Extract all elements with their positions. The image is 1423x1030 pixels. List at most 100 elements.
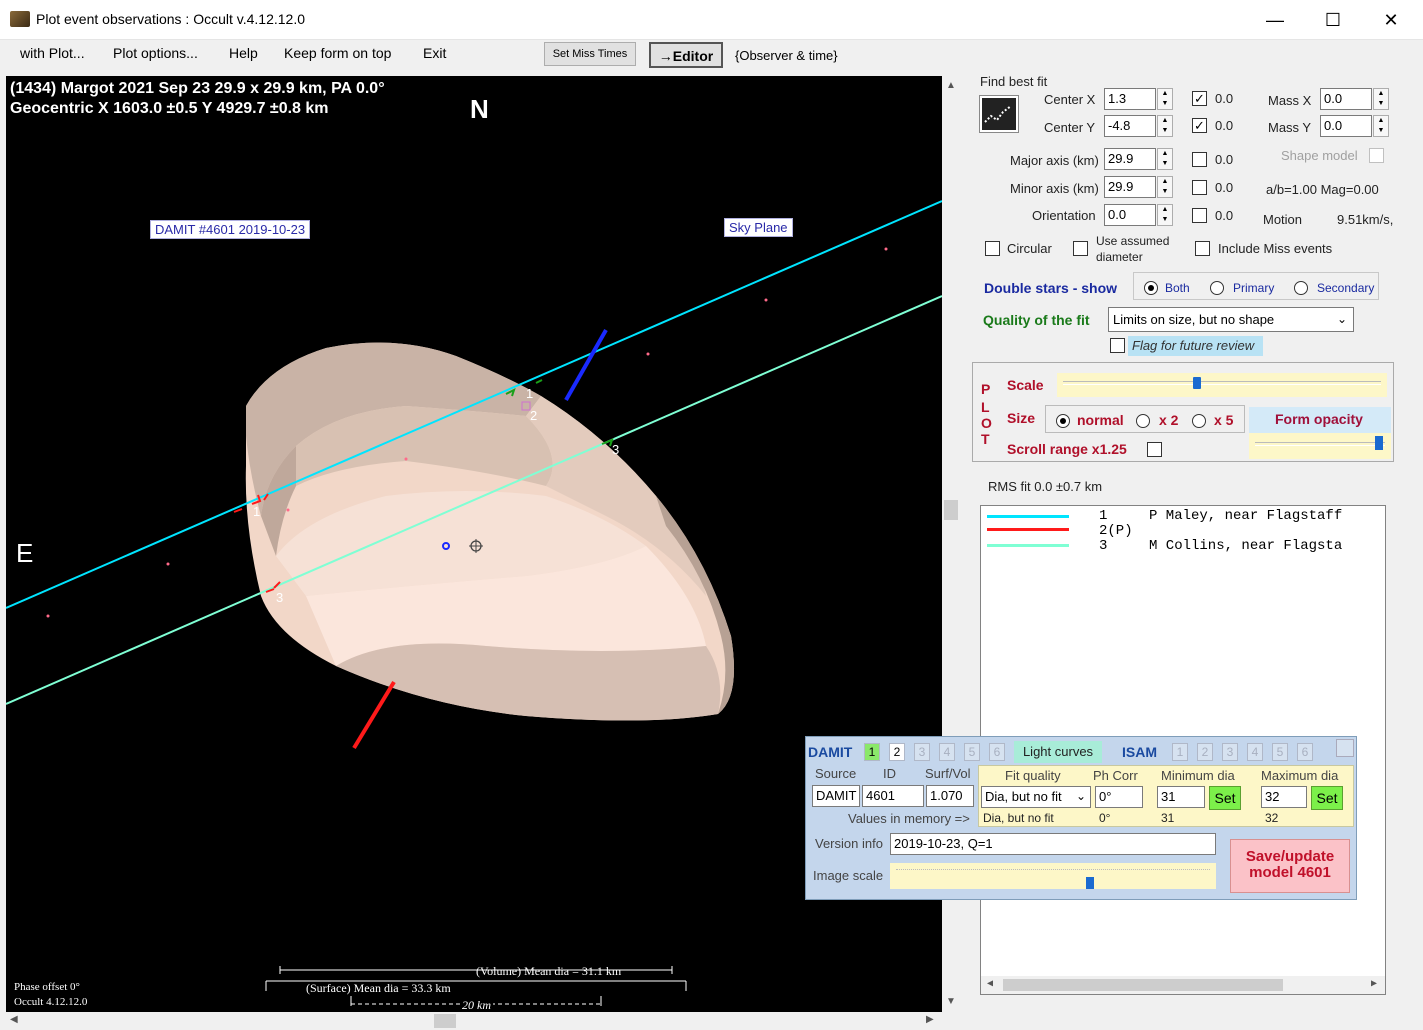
menu-with-plot[interactable]: with Plot... [16,45,89,61]
damit-close-box[interactable] [1336,739,1354,757]
menu-exit[interactable]: Exit [419,45,450,61]
damit-tab-4[interactable]: 4 [939,743,955,761]
radio-secondary-dot[interactable] [1294,280,1308,295]
size-x5-label[interactable]: x 5 [1214,412,1233,428]
isam-tab-6[interactable]: 6 [1297,743,1313,761]
include-miss-label[interactable]: Include Miss events [1218,241,1332,256]
mass-y-input[interactable]: 0.0 [1320,115,1372,137]
set-miss-times-button[interactable]: Set Miss Times [544,42,636,66]
close-button[interactable]: ✕ [1376,8,1406,32]
editor-button[interactable]: →Editor [649,42,723,68]
size-normal-radio[interactable] [1056,412,1070,428]
flag-review-label[interactable]: Flag for future review [1128,336,1263,356]
plot-horizontal-scrollbar[interactable]: ◀ ▶ [6,1012,942,1030]
radio-primary[interactable] [1210,279,1224,295]
major-axis-spinner[interactable]: ▲ ▼ [1157,148,1173,170]
use-assumed-checkbox[interactable] [1073,241,1088,256]
plot-canvas[interactable]: (1434) Margot 2021 Sep 23 29.9 x 29.9 km… [6,76,942,1012]
center-x-spinner[interactable]: ▲ ▼ [1157,88,1173,110]
isam-tab-4[interactable]: 4 [1247,743,1263,761]
set-max-dia-button[interactable]: Set [1311,786,1343,810]
radio-primary-label[interactable]: Primary [1233,281,1274,295]
find-best-fit-button[interactable] [979,95,1019,133]
radio-secondary-label[interactable]: Secondary [1317,281,1374,295]
major-axis-checkbox[interactable] [1192,152,1207,167]
size-normal-dot[interactable] [1056,413,1070,428]
maximize-button[interactable]: ☐ [1318,8,1348,32]
mass-x-input[interactable]: 0.0 [1320,88,1372,110]
scale-slider-thumb[interactable] [1193,377,1202,389]
size-x5-dot[interactable] [1192,413,1206,428]
minimize-button[interactable]: — [1260,8,1290,32]
legend-row-3[interactable]: 3 M Collins, near Flagsta [981,538,1385,554]
isam-tab-1[interactable]: 1 [1172,743,1188,761]
menu-plot-options[interactable]: Plot options... [109,45,202,61]
center-y-input[interactable]: -4.8 [1104,115,1156,137]
size-x2-dot[interactable] [1136,413,1150,428]
size-x5-radio[interactable] [1192,412,1206,428]
legend-scroll-right[interactable]: ▶ [1371,978,1377,990]
legend-hscrollbar[interactable]: ◀ ▶ [981,976,1385,994]
major-axis-input[interactable]: 29.9 [1104,148,1156,170]
menu-keep-on-top[interactable]: Keep form on top [280,45,395,61]
isam-tab-2[interactable]: 2 [1197,743,1213,761]
radio-primary-dot[interactable] [1210,280,1224,295]
opacity-slider[interactable] [1249,433,1391,459]
radio-both-label[interactable]: Both [1165,281,1190,295]
scroll-down-arrow[interactable]: ▼ [946,996,956,1007]
light-curves-button[interactable]: Light curves [1014,741,1102,763]
minor-axis-checkbox[interactable] [1192,180,1207,195]
center-y-spinner[interactable]: ▲ ▼ [1157,115,1173,137]
image-scale-thumb[interactable] [1085,877,1094,889]
observer-time-link[interactable]: {Observer & time} [735,48,838,63]
center-x-input[interactable]: 1.3 [1104,88,1156,110]
scroll-range-checkbox[interactable] [1147,442,1162,457]
h-scroll-thumb[interactable] [434,1014,456,1028]
radio-both-dot[interactable] [1144,280,1158,295]
minor-axis-spinner[interactable]: ▲ ▼ [1157,176,1173,198]
quality-dropdown[interactable]: Limits on size, but no shape ⌄ [1108,307,1354,332]
damit-tab-6[interactable]: 6 [989,743,1005,761]
center-x-checkbox[interactable]: ✓ [1192,91,1207,106]
menu-help[interactable]: Help [225,45,262,61]
legend-row-2[interactable]: 2(P) [981,523,1385,539]
minor-axis-input[interactable]: 29.9 [1104,176,1156,198]
scroll-thumb[interactable] [944,500,958,520]
damit-tab-1[interactable]: 1 [864,743,880,761]
include-miss-checkbox[interactable] [1195,241,1210,256]
orientation-input[interactable]: 0.0 [1104,204,1156,226]
save-update-button[interactable]: Save/update model 4601 [1230,839,1350,893]
circular-checkbox[interactable] [985,241,1000,256]
scale-slider[interactable] [1057,373,1387,397]
orientation-checkbox[interactable] [1192,208,1207,223]
legend-row-1[interactable]: 1 P Maley, near Flagstaff [981,508,1385,524]
radio-both[interactable] [1144,279,1158,295]
set-min-dia-button[interactable]: Set [1209,786,1241,810]
damit-tab-5[interactable]: 5 [964,743,980,761]
isam-tab-5[interactable]: 5 [1272,743,1288,761]
use-assumed-label-line1[interactable]: Use assumed [1096,234,1169,248]
damit-tab-2[interactable]: 2 [889,743,905,761]
mass-x-spinner[interactable]: ▲ ▼ [1373,88,1389,110]
min-dia-input[interactable]: 31 [1157,786,1205,808]
isam-tab-3[interactable]: 3 [1222,743,1238,761]
legend-scroll-left[interactable]: ◀ [987,978,993,990]
radio-secondary[interactable] [1294,279,1308,295]
size-x2-label[interactable]: x 2 [1159,412,1178,428]
mass-y-spinner[interactable]: ▲ ▼ [1373,115,1389,137]
scroll-right-arrow[interactable]: ▶ [926,1014,934,1025]
damit-tab-3[interactable]: 3 [914,743,930,761]
fit-quality-dropdown[interactable]: Dia, but no fit ⌄ [981,786,1091,808]
center-y-checkbox[interactable]: ✓ [1192,118,1207,133]
scroll-up-arrow[interactable]: ▲ [946,80,956,91]
scroll-left-arrow[interactable]: ◀ [10,1014,18,1025]
flag-review-checkbox[interactable] [1110,338,1125,353]
max-dia-input[interactable]: 32 [1261,786,1307,808]
ph-corr-input[interactable]: 0° [1095,786,1143,808]
circular-label[interactable]: Circular [1007,241,1052,256]
size-x2-radio[interactable] [1136,412,1150,428]
opacity-slider-thumb[interactable] [1375,436,1384,450]
image-scale-slider[interactable] [890,863,1216,889]
legend-scroll-thumb[interactable] [1003,979,1283,991]
shape-model-checkbox[interactable] [1369,148,1384,163]
